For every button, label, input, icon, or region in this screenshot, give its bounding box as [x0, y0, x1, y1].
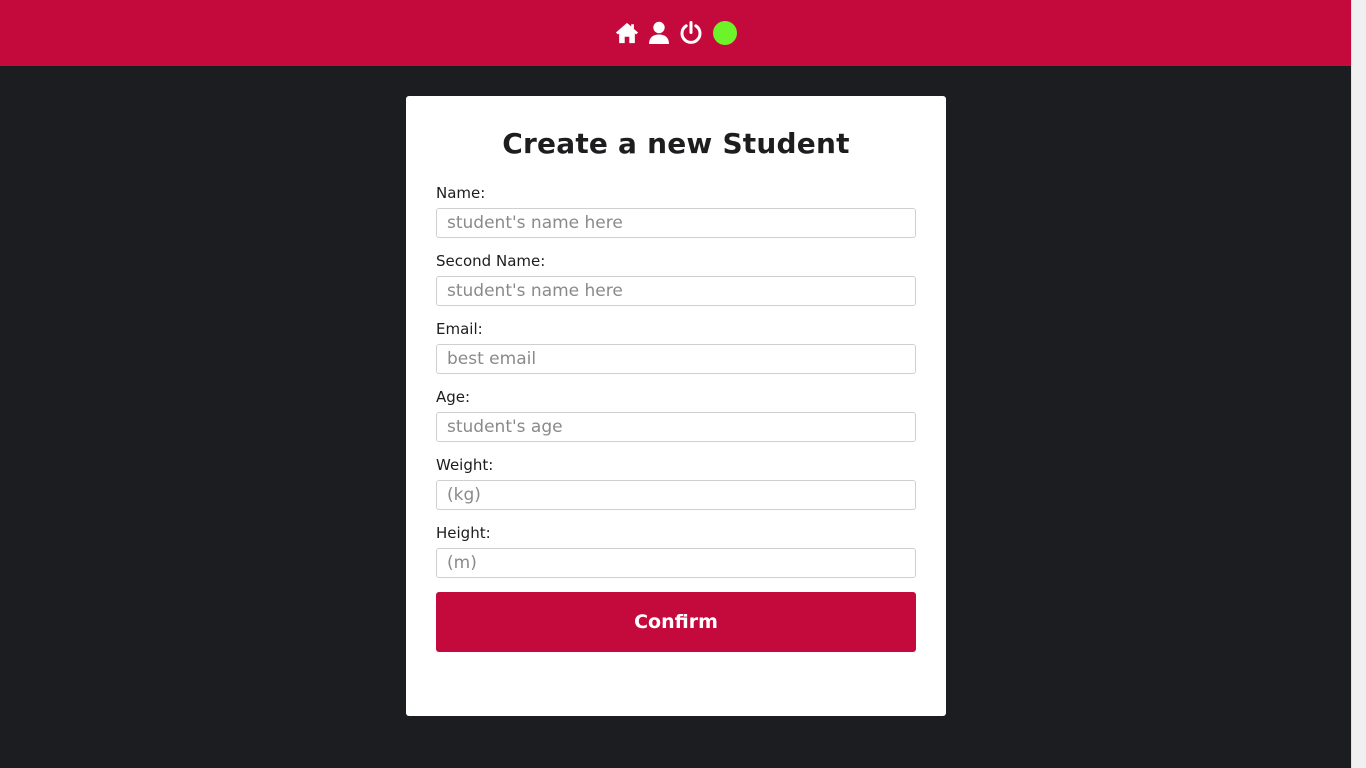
email-input[interactable] [436, 344, 916, 374]
email-field: Email: [436, 320, 916, 374]
weight-field: Weight: [436, 456, 916, 510]
second-name-label: Second Name: [436, 252, 546, 270]
name-field: Name: [436, 184, 916, 238]
weight-label: Weight: [436, 456, 494, 474]
user-icon[interactable] [647, 21, 671, 45]
height-field: Height: [436, 524, 916, 578]
vertical-scrollbar[interactable] [1351, 0, 1366, 768]
home-icon[interactable] [615, 21, 639, 45]
name-input[interactable] [436, 208, 916, 238]
second-name-input[interactable] [436, 276, 916, 306]
weight-input[interactable] [436, 480, 916, 510]
age-field: Age: [436, 388, 916, 442]
top-navbar [0, 0, 1351, 66]
email-label: Email: [436, 320, 483, 338]
second-name-field: Second Name: [436, 252, 916, 306]
online-status-indicator [712, 21, 737, 45]
form-title: Create a new Student [502, 127, 850, 160]
age-label: Age: [436, 388, 471, 406]
page: Create a new Student Name: Second Name: … [0, 0, 1366, 768]
power-icon[interactable] [679, 21, 703, 45]
age-input[interactable] [436, 412, 916, 442]
create-student-card: Create a new Student Name: Second Name: … [406, 96, 946, 716]
confirm-button[interactable]: Confirm [436, 592, 916, 652]
height-label: Height: [436, 524, 491, 542]
name-label: Name: [436, 184, 486, 202]
height-input[interactable] [436, 548, 916, 578]
